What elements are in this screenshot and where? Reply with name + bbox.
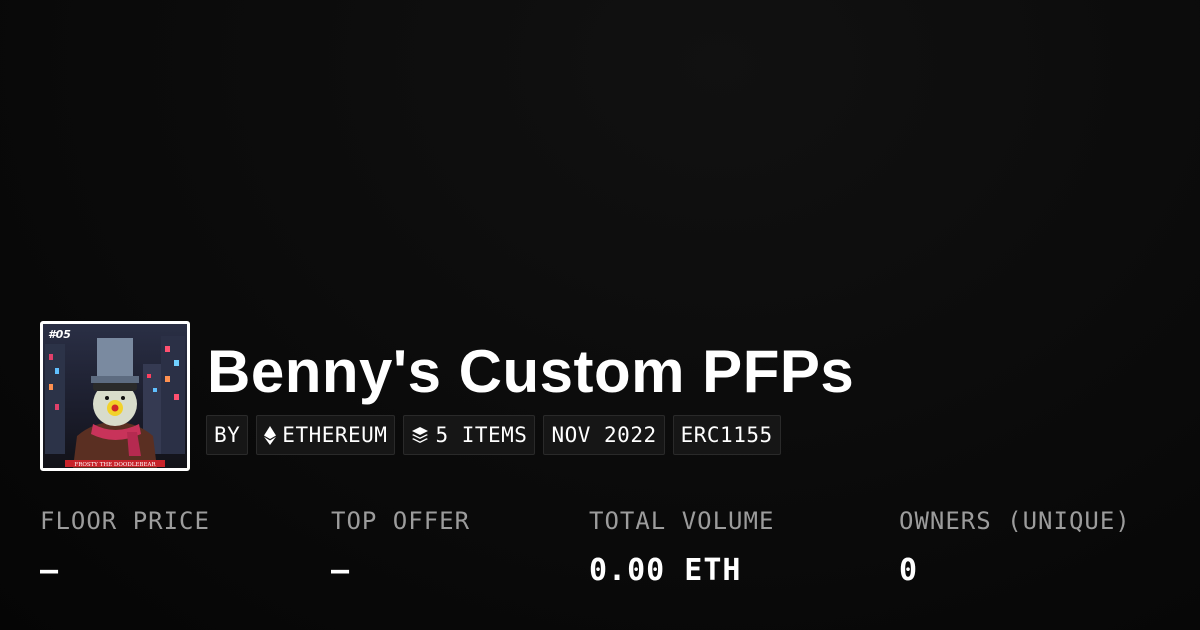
collection-avatar-image: FROSTY THE DOODLEBEAR #05	[43, 324, 187, 468]
chip-creator[interactable]: BY	[206, 415, 249, 455]
stat-floor-price: FLOOR PRICE –	[40, 500, 210, 600]
chip-token-standard: ERC1155	[672, 415, 781, 455]
collection-avatar[interactable]: FROSTY THE DOODLEBEAR #05	[40, 321, 190, 471]
collection-stats: FLOOR PRICE – TOP OFFER – TOTAL VOLUME 0…	[0, 500, 1200, 600]
stat-top-offer: TOP OFFER –	[331, 500, 470, 600]
stat-top-offer-value: –	[331, 553, 351, 588]
avatar-caption: FROSTY THE DOODLEBEAR	[74, 462, 156, 468]
stat-total-volume-value: 0.00 ETH	[589, 553, 742, 588]
stat-floor-price-value: –	[40, 553, 60, 588]
collection-title: Benny's Custom PFPs	[207, 338, 855, 405]
stat-owners-label: OWNERS (UNIQUE)	[899, 507, 1131, 535]
chip-created-date-label: NOV 2022	[551, 423, 657, 447]
collection-meta-chips: BY ETHEREUM 5 ITEMS NOV 2022 ERC1155	[206, 415, 781, 455]
stat-owners: OWNERS (UNIQUE) 0	[899, 500, 1131, 600]
stat-floor-price-label: FLOOR PRICE	[40, 507, 210, 535]
avatar-badge: #05	[48, 328, 71, 341]
stat-owners-value: 0	[899, 553, 919, 588]
ethereum-icon	[264, 425, 277, 445]
stat-top-offer-label: TOP OFFER	[331, 507, 471, 535]
collection-card: FROSTY THE DOODLEBEAR #05 Benny's Custom…	[0, 0, 1200, 630]
chip-token-standard-label: ERC1155	[680, 423, 773, 447]
chip-items[interactable]: 5 ITEMS	[403, 415, 536, 455]
chip-chain-label: ETHEREUM	[282, 423, 388, 447]
layers-icon	[411, 426, 429, 444]
chip-chain[interactable]: ETHEREUM	[256, 415, 396, 455]
stat-total-volume: TOTAL VOLUME 0.00 ETH	[589, 500, 774, 600]
chip-items-label: 5 ITEMS	[435, 423, 528, 447]
stat-total-volume-label: TOTAL VOLUME	[589, 507, 775, 535]
chip-created-date: NOV 2022	[543, 415, 665, 455]
chip-creator-label: BY	[214, 423, 241, 447]
